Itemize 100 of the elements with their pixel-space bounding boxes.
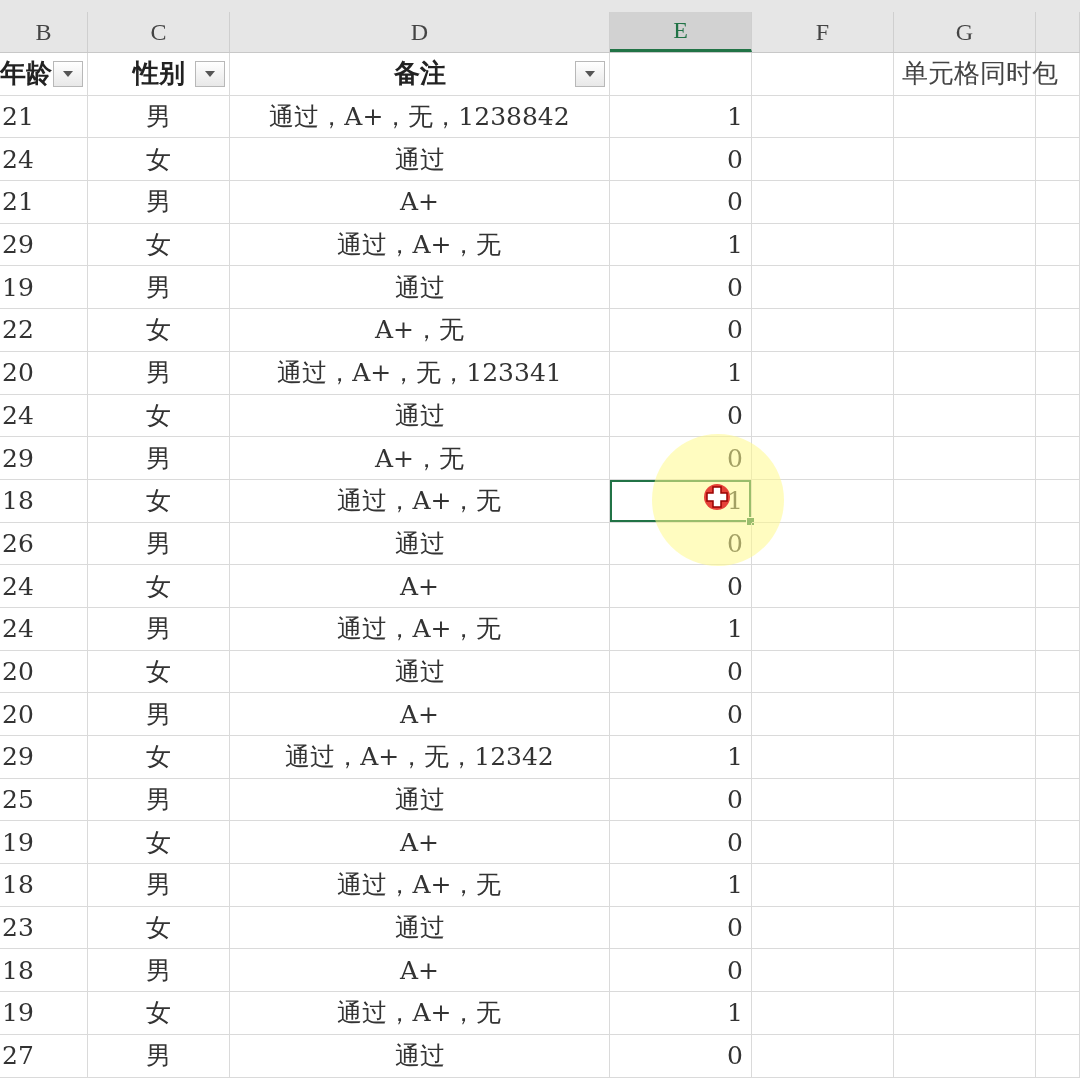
table-cell: A+ (230, 949, 610, 993)
header-label: 单元格同时包 (902, 57, 1058, 91)
table-cell[interactable]: 1 (610, 95, 752, 139)
column-header[interactable]: B (0, 12, 88, 52)
table-cell: 女 (88, 565, 230, 608)
table-cell: 20 (0, 351, 88, 395)
table-cell[interactable]: 0 (610, 181, 752, 224)
cross-cursor-icon (703, 483, 731, 512)
table-cell[interactable]: 1 (610, 864, 752, 907)
header-label: 备注 (393, 57, 446, 91)
table-cell: 女 (88, 479, 230, 523)
table-cell (1036, 992, 1080, 1035)
table-cell: 通过 (230, 522, 610, 566)
table-cell: 通过，A+，无，123341 (230, 351, 610, 395)
table-cell: 18 (0, 949, 88, 993)
table-cell: A+ (230, 821, 610, 865)
table-cell (1036, 864, 1080, 907)
column-header[interactable]: G (894, 12, 1036, 52)
filter-dropdown-button[interactable] (53, 61, 83, 87)
table-cell[interactable]: 1 (610, 736, 752, 779)
table-cell: 男 (88, 181, 230, 224)
table-cell: 24 (0, 138, 88, 182)
table-cell: 29 (0, 736, 88, 779)
column-header[interactable]: F (752, 12, 894, 52)
table-cell: 女 (88, 821, 230, 865)
table-cell: 男 (88, 1034, 230, 1078)
table-cell (1036, 479, 1080, 523)
table-cell[interactable]: 0 (610, 650, 752, 694)
filter-dropdown-button[interactable] (575, 61, 605, 87)
table-cell[interactable]: 1 (610, 351, 752, 395)
header-label: 性别 (132, 57, 185, 91)
table-cell: 通过 (230, 650, 610, 694)
table-cell: 22 (0, 309, 88, 352)
table-cell: 26 (0, 522, 88, 566)
table-cell: 通过，A+，无 (230, 479, 610, 523)
table-cell: 20 (0, 650, 88, 694)
table-cell: 男 (88, 437, 230, 480)
table-cell (1036, 949, 1080, 993)
table-cell: A+，无 (230, 437, 610, 480)
table-cell: 通过 (230, 1034, 610, 1078)
table-cell: 通过，A+，无 (230, 607, 610, 651)
table-cell (1036, 906, 1080, 950)
table-cell: 通过 (230, 266, 610, 310)
table-cell (1036, 351, 1080, 395)
table-cell: 19 (0, 821, 88, 865)
table-cell: 通过，A+，无 (230, 992, 610, 1035)
table-cell: 通过，A+，无 (230, 864, 610, 907)
table-cell (1036, 266, 1080, 310)
table-cell (1036, 650, 1080, 694)
table-cell: 20 (0, 693, 88, 736)
table-cell (1036, 1034, 1080, 1078)
column-header[interactable]: C (88, 12, 230, 52)
table-cell: A+ (230, 565, 610, 608)
column-header[interactable]: E (610, 12, 752, 52)
table-cell: 23 (0, 906, 88, 950)
filter-dropdown-button[interactable] (195, 61, 225, 87)
table-cell (1036, 138, 1080, 182)
table-cell: 18 (0, 864, 88, 907)
table-cell (1036, 437, 1080, 480)
table-cell: 男 (88, 607, 230, 651)
table-cell: 男 (88, 95, 230, 139)
table-cell (1036, 223, 1080, 267)
table-cell: 18 (0, 479, 88, 523)
table-cell: 25 (0, 778, 88, 822)
table-cell (1036, 693, 1080, 736)
table-cell[interactable]: 0 (610, 309, 752, 352)
table-cell (1036, 522, 1080, 566)
table-cell: 19 (0, 992, 88, 1035)
table-cell[interactable]: 0 (610, 565, 752, 608)
table-cell[interactable]: 0 (610, 906, 752, 950)
table-cell[interactable]: 1 (610, 992, 752, 1035)
table-cell (1036, 821, 1080, 865)
table-cell[interactable]: 0 (610, 266, 752, 310)
table-cell: 男 (88, 351, 230, 395)
table-cell[interactable]: 1 (610, 223, 752, 267)
table-cell (1036, 181, 1080, 224)
table-cell: 29 (0, 223, 88, 267)
table-cell (1036, 95, 1080, 139)
fill-handle[interactable] (746, 516, 755, 526)
table-cell[interactable]: 0 (610, 693, 752, 736)
table-cell: 女 (88, 138, 230, 182)
table-cell[interactable]: 1 (610, 607, 752, 651)
table-cell: 男 (88, 522, 230, 566)
table-cell[interactable]: 0 (610, 821, 752, 865)
table-cell[interactable]: 0 (610, 1034, 752, 1078)
table-cell: 女 (88, 992, 230, 1035)
table-cell: 男 (88, 693, 230, 736)
table-cell: 男 (88, 778, 230, 822)
table-cell: 19 (0, 266, 88, 310)
table-cell[interactable]: 0 (610, 138, 752, 182)
table-cell[interactable]: 0 (610, 394, 752, 438)
table-cell: 男 (88, 864, 230, 907)
caret-icon (585, 71, 595, 77)
table-cell: 男 (88, 266, 230, 310)
table-cell[interactable]: 0 (610, 949, 752, 993)
table-cell: 通过 (230, 138, 610, 182)
table-cell (1036, 607, 1080, 651)
table-cell: 21 (0, 181, 88, 224)
table-cell[interactable]: 0 (610, 778, 752, 822)
table-cell: A+ (230, 181, 610, 224)
